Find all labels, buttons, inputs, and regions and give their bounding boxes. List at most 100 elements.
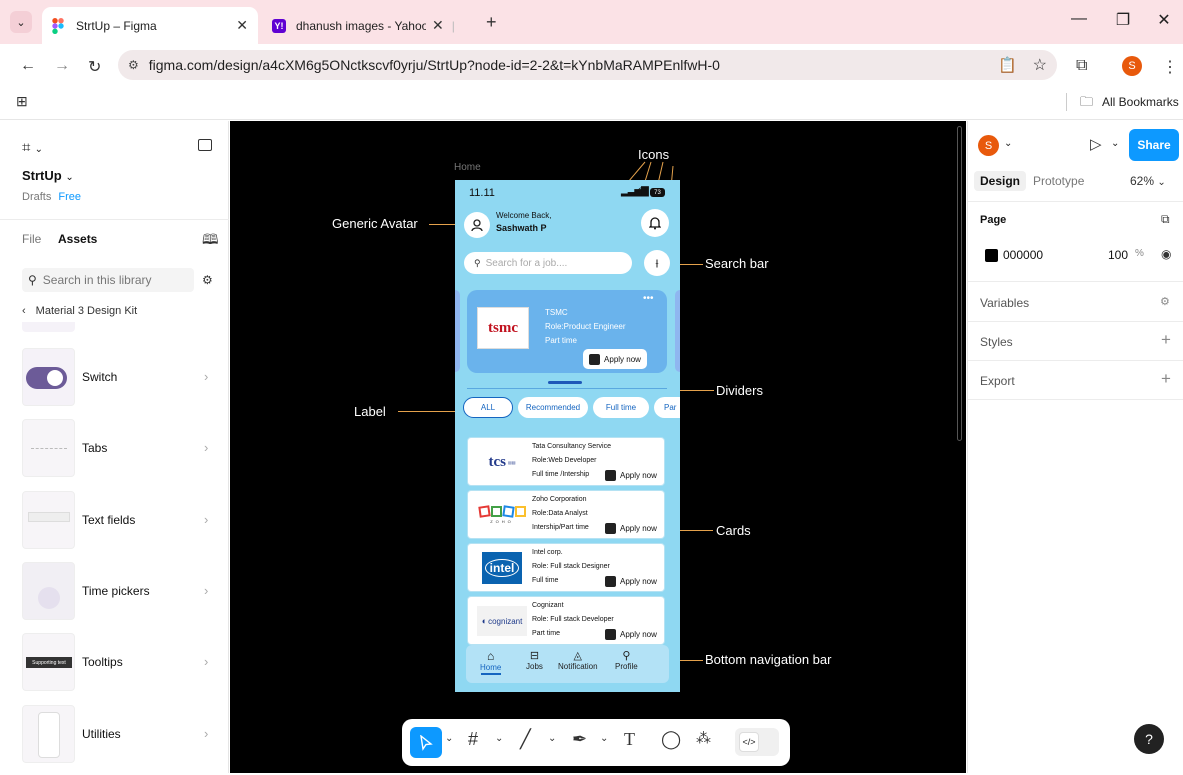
annotation-avatar: Generic Avatar — [332, 216, 418, 231]
page-color-value[interactable]: 000000 — [1003, 248, 1043, 262]
site-info-icon[interactable]: ⚙ — [128, 58, 139, 72]
close-window-icon[interactable]: ✕ — [1149, 10, 1179, 30]
canvas-scrollbar[interactable] — [957, 126, 962, 441]
resources-tool-icon[interactable]: ⁂ — [696, 729, 711, 747]
job-card[interactable]: ZOHO Zoho Corporation Role:Data Analyst … — [467, 490, 665, 539]
library-back-link[interactable]: ‹ Material 3 Design Kit — [22, 305, 137, 317]
tcs-logo: tcs ▤▤ — [488, 453, 516, 470]
close-tab-icon[interactable]: ✕ — [236, 17, 248, 34]
forward-icon[interactable]: → — [54, 57, 70, 75]
tab-file[interactable]: File — [22, 232, 41, 246]
carousel-card-next — [675, 290, 680, 372]
all-bookmarks-link[interactable]: All Bookmarks — [1102, 95, 1179, 109]
add-style-icon[interactable]: + — [1161, 330, 1171, 350]
assets-search-input[interactable]: ⚲ Search in this library — [22, 268, 194, 292]
apply-now-button[interactable]: Apply now — [605, 576, 657, 587]
new-tab-button[interactable]: + — [486, 12, 497, 33]
chevron-down-icon[interactable]: ⌄ — [548, 733, 556, 744]
drafts-row: Drafts Free — [22, 191, 81, 203]
tab-prototype[interactable]: Prototype — [1033, 174, 1084, 188]
page-color-swatch[interactable] — [985, 249, 998, 262]
help-button[interactable]: ? — [1134, 724, 1164, 754]
job-search-input[interactable]: ⚲ Search for a job.... — [464, 252, 632, 274]
asset-row-text-fields[interactable]: Text fields › — [0, 491, 229, 561]
browser-menu-icon[interactable]: ⋮ — [1162, 57, 1178, 77]
chevron-down-icon[interactable]: ⌄ — [1111, 138, 1119, 149]
chip-full-time[interactable]: Full time — [593, 397, 649, 418]
asset-row-tooltips[interactable]: Supporting text Tooltips › — [0, 633, 229, 703]
clipboard-icon[interactable]: 📋 — [998, 56, 1017, 74]
asset-label: Utilities — [82, 727, 121, 741]
featured-apply-button[interactable]: Apply now — [583, 349, 647, 369]
chevron-down-icon[interactable]: ⌄ — [600, 733, 608, 744]
library-book-icon[interactable]: 🕮 — [202, 229, 219, 253]
job-card[interactable]: tcs ▤▤ Tata Consultancy Service Role:Web … — [467, 437, 665, 486]
apps-grid-icon[interactable]: ⊞ — [16, 93, 28, 110]
apply-now-button[interactable]: Apply now — [605, 629, 657, 640]
toggle-panel-icon[interactable] — [198, 139, 212, 151]
comment-tool-icon[interactable]: ◯ — [661, 729, 681, 750]
url-bar[interactable]: ⚙ figma.com/design/a4cXM6g5ONctkscvf0yrj… — [118, 50, 1057, 80]
apply-now-button[interactable]: Apply now — [605, 470, 657, 481]
phone-frame-home[interactable]: 11.11 ▂▃▅▇ ◠ 73 Welcome Back, Sashwath P… — [455, 180, 680, 692]
job-card[interactable]: intel Intel corp. Role: Full stack Desig… — [467, 543, 665, 592]
nav-notification[interactable]: ◬ Notification — [558, 649, 598, 671]
line-tool-icon[interactable]: ╱ — [520, 729, 531, 750]
share-button[interactable]: Share — [1129, 129, 1179, 161]
variables-icon[interactable]: ⚙ — [1160, 295, 1170, 308]
chip-part-time[interactable]: Par — [654, 397, 680, 418]
apply-icon — [605, 470, 616, 481]
close-tab-icon[interactable]: ✕ — [432, 17, 444, 34]
more-options-icon[interactable]: ••• — [643, 293, 654, 304]
move-tool-button[interactable] — [410, 727, 442, 758]
tab-search-button[interactable]: ⌄ — [10, 11, 32, 33]
pen-tool-icon[interactable]: ✒ — [572, 729, 587, 750]
asset-row-time-pickers[interactable]: Time pickers › — [0, 562, 229, 632]
present-play-icon[interactable]: ▷ — [1090, 135, 1102, 153]
chevron-down-icon[interactable]: ⌄ — [1004, 138, 1012, 149]
chevron-down-icon[interactable]: ⌄ — [445, 733, 453, 744]
reload-icon[interactable]: ↻ — [88, 57, 101, 77]
restore-icon[interactable]: ❐ — [1108, 10, 1138, 30]
zoom-level[interactable]: 62% ⌄ — [1130, 174, 1166, 188]
main-menu-button[interactable]: ⌗ ⌄ — [22, 139, 43, 156]
asset-row-switch[interactable]: Switch › — [0, 348, 229, 418]
chip-all[interactable]: ALL — [463, 397, 513, 418]
bookmark-star-icon[interactable]: ☆ — [1033, 55, 1047, 75]
page-style-icon[interactable]: ⧉ — [1161, 212, 1170, 227]
user-avatar[interactable]: S — [978, 135, 999, 156]
page-opacity-value[interactable]: 100 — [1108, 248, 1128, 262]
add-export-icon[interactable]: + — [1161, 369, 1171, 389]
chevron-down-icon[interactable]: ⌄ — [495, 733, 503, 744]
tab-figma[interactable]: StrtUp – Figma ✕ — [42, 7, 258, 44]
job-card[interactable]: ◐ cognizant Cognizant Role: Full stack De… — [467, 596, 665, 645]
profile-avatar[interactable]: S — [1122, 56, 1142, 76]
tab-yahoo[interactable]: Y! dhanush images - Yahoo India I ✕ | — [262, 7, 478, 44]
text-tool-icon[interactable]: T — [624, 729, 635, 750]
frame-label[interactable]: Home — [454, 162, 481, 173]
featured-job-card[interactable]: ••• tsmc TSMC Role:Product Engineer Part… — [467, 290, 667, 373]
filter-icon[interactable]: ⚙ — [202, 273, 213, 287]
filter-button[interactable]: ⫲ — [644, 250, 670, 276]
job-company: Intel corp. — [532, 549, 563, 556]
nav-jobs[interactable]: ⊟ Jobs — [526, 649, 543, 671]
chip-recommended[interactable]: Recommended — [518, 397, 588, 418]
file-name[interactable]: StrtUp ⌄ — [22, 168, 74, 183]
back-icon[interactable]: ← — [20, 57, 36, 75]
tab-assets[interactable]: Assets — [58, 232, 97, 246]
tab-design[interactable]: Design — [974, 171, 1027, 191]
generic-avatar[interactable] — [464, 212, 490, 238]
dev-mode-toggle[interactable]: </> — [735, 728, 779, 756]
minimize-icon[interactable]: — — [1064, 10, 1094, 28]
frame-tool-icon[interactable]: # — [468, 729, 478, 750]
asset-row-utilities[interactable]: Utilities › — [0, 705, 229, 775]
home-icon: ⌂ — [487, 649, 495, 663]
apply-now-button[interactable]: Apply now — [605, 523, 657, 534]
extensions-icon[interactable]: ⧉ — [1076, 57, 1087, 75]
visibility-eye-icon[interactable]: ◉ — [1161, 247, 1171, 261]
featured-company: TSMC — [545, 308, 568, 317]
asset-row-tabs[interactable]: Tabs › — [0, 419, 229, 489]
nav-profile[interactable]: ⚲ Profile — [615, 649, 638, 671]
nav-home[interactable]: ⌂ Home — [480, 649, 501, 675]
notification-bell-button[interactable] — [641, 209, 669, 237]
